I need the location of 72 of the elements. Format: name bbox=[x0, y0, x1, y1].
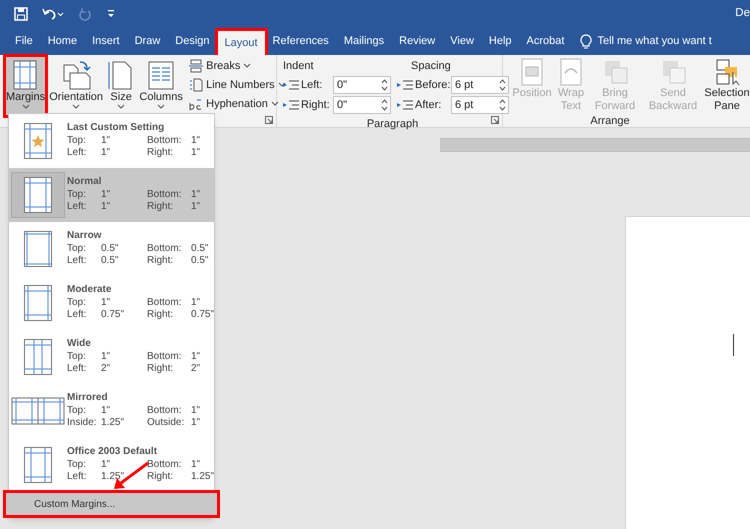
spin-arrows-icon bbox=[499, 98, 506, 112]
lightbulb-icon bbox=[580, 34, 592, 50]
spin-field[interactable]: 0" bbox=[333, 96, 391, 114]
group-label: Paragraph bbox=[366, 117, 418, 132]
group-heading: Spacing bbox=[410, 59, 452, 74]
ribbon-tab[interactable]: Design bbox=[168, 30, 217, 54]
selection-button[interactable]: Selection Pane bbox=[703, 57, 750, 115]
customize-icon bbox=[106, 8, 116, 20]
ribbon-tab[interactable]: Acrobat bbox=[520, 30, 572, 54]
ribbon-tab[interactable]: Draw bbox=[128, 30, 168, 54]
text-cursor bbox=[733, 334, 734, 356]
indent-right-icon bbox=[283, 99, 299, 111]
line-numbers-icon bbox=[189, 78, 204, 92]
margin-option[interactable]: Office 2003 Default Top: 1" Bottom: 1" Left: 1.25" Right: 1.25" bbox=[9, 438, 214, 492]
ribbon-tab[interactable]: File bbox=[8, 30, 40, 54]
tell-me-search[interactable]: Tell me what you want t bbox=[597, 33, 712, 50]
hyphenation-button[interactable]: Hyphenation bbox=[189, 96, 286, 112]
caret-icon bbox=[270, 101, 279, 107]
columns-button[interactable]: Columns bbox=[140, 57, 182, 115]
margin-option[interactable]: Moderate Top: 1" Bottom: 1" Left: 0.75" Right: 0.75" bbox=[9, 276, 214, 330]
spin-arrows-icon bbox=[381, 78, 388, 92]
spin-field[interactable]: 0" bbox=[333, 76, 391, 94]
star-page-icon bbox=[24, 123, 52, 159]
ribbon-tab[interactable]: References bbox=[266, 30, 336, 54]
spin-arrows-icon bbox=[499, 78, 506, 92]
caret-icon bbox=[22, 104, 30, 110]
margin-preview-icon bbox=[24, 339, 52, 375]
caret-icon bbox=[72, 104, 80, 110]
ribbon-tab[interactable]: Help bbox=[482, 30, 519, 54]
ribbon-tab[interactable]: Layout bbox=[218, 31, 265, 55]
ribbon-tab[interactable]: Home bbox=[40, 30, 84, 54]
field-label: Left: bbox=[301, 78, 324, 93]
dialog-launcher-icon bbox=[491, 116, 499, 124]
hyphenation-icon bbox=[189, 97, 204, 111]
field-label: After: bbox=[415, 98, 442, 113]
custom-margins-item[interactable]: Custom Margins... bbox=[6, 493, 217, 515]
spacing-before-icon bbox=[397, 79, 413, 91]
caret-icon bbox=[243, 63, 252, 69]
margin-option[interactable]: Normal Top: 1" Bottom: 1" Left: 1" Right: 1" bbox=[9, 168, 214, 222]
line-numbers-button[interactable]: Line Numbers bbox=[189, 77, 286, 93]
ribbon-tab[interactable]: Review bbox=[392, 30, 442, 54]
undo-icon bbox=[42, 7, 64, 21]
indent-left-icon bbox=[283, 79, 299, 91]
group-heading: Indent bbox=[283, 59, 315, 74]
margin-option[interactable]: Mirrored Top: 1" Bottom: 1" Inside: 1.25" Outside: 1" bbox=[9, 384, 214, 438]
margin-preview-icon bbox=[11, 397, 65, 425]
save-icon bbox=[14, 7, 28, 21]
spin-field[interactable]: 6 pt bbox=[451, 96, 509, 114]
margin-preview-icon bbox=[24, 231, 52, 267]
margin-option[interactable]: Last Custom Setting Top: 1" Bottom: 1" Left: 1" Right: 1" bbox=[9, 114, 214, 168]
size-button[interactable]: Size bbox=[107, 57, 136, 115]
group-label: Arrange bbox=[590, 114, 630, 129]
ribbon-tab[interactable]: Mailings bbox=[336, 30, 392, 54]
field-label: Before: bbox=[415, 78, 449, 93]
field-label: Right: bbox=[301, 98, 331, 113]
ribbon-tab[interactable]: Insert bbox=[85, 30, 127, 54]
margin-option[interactable]: Narrow Top: 0.5" Bottom: 0.5" Left: 0.5" Right: 0.5" bbox=[9, 222, 214, 276]
margin-option[interactable]: Wide Top: 1" Bottom: 1" Left: 2" Right: 2" bbox=[9, 330, 214, 384]
breaks-icon bbox=[189, 59, 204, 73]
margin-preview-icon bbox=[24, 285, 52, 321]
caret-icon bbox=[157, 104, 166, 110]
ribbon-tab[interactable]: View bbox=[443, 30, 481, 54]
margin-preview-icon bbox=[24, 447, 52, 483]
breaks-button[interactable]: Breaks bbox=[189, 58, 286, 74]
document-title: De bbox=[735, 6, 750, 22]
dialog-launcher-icon bbox=[265, 116, 273, 124]
spin-field[interactable]: 6 pt bbox=[451, 76, 509, 94]
margins-button[interactable]: Margins bbox=[6, 57, 46, 115]
caret-icon bbox=[117, 104, 126, 110]
spin-arrows-icon bbox=[381, 98, 388, 112]
spacing-after-icon bbox=[397, 99, 413, 111]
margin-preview-icon bbox=[24, 177, 52, 213]
